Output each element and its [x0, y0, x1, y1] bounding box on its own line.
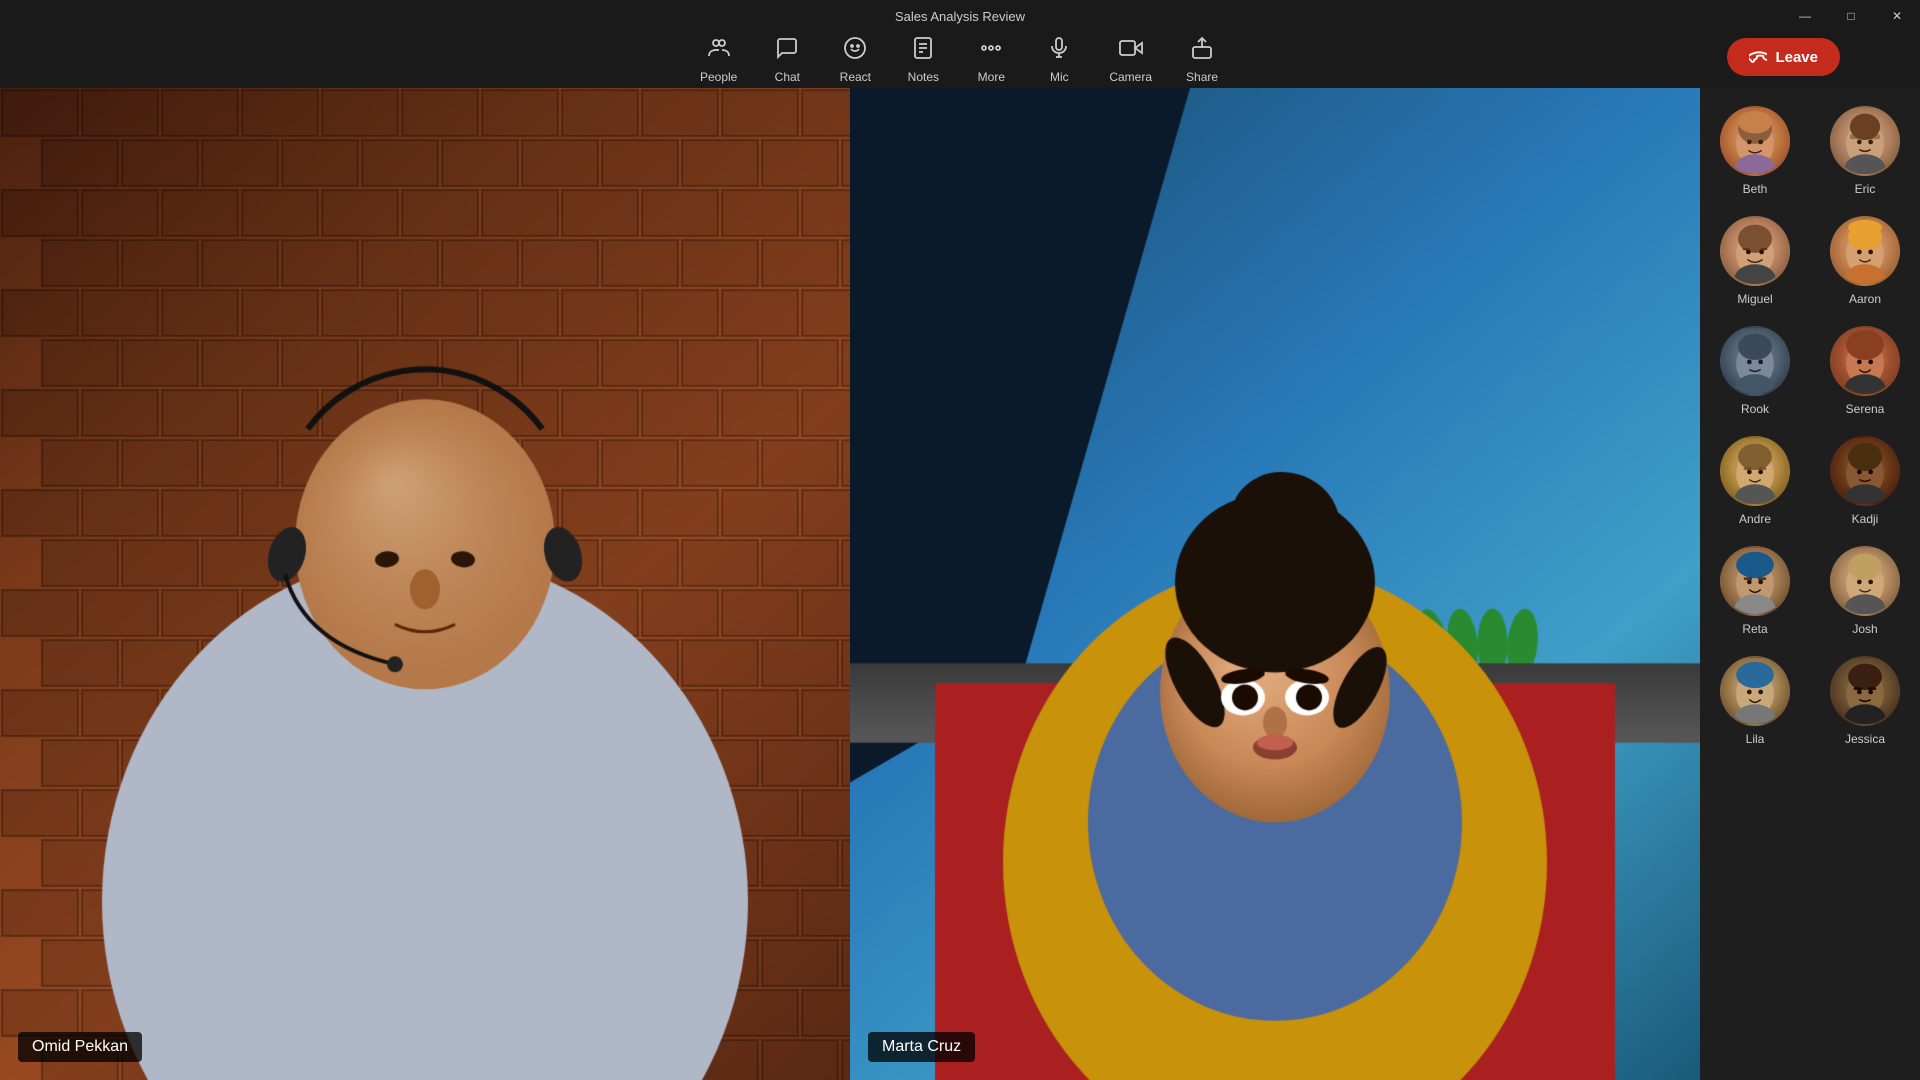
react-label: React: [840, 70, 871, 84]
react-icon: [843, 36, 867, 66]
serena-name: Serena: [1846, 402, 1885, 416]
notes-label: Notes: [908, 70, 939, 84]
avatar-jessica: [1830, 656, 1900, 726]
avatar-serena: [1830, 326, 1900, 396]
camera-icon: [1119, 36, 1143, 66]
mic-icon: [1047, 36, 1071, 66]
participant-aaron[interactable]: Aaron: [1810, 206, 1920, 316]
window-title: Sales Analysis Review: [895, 9, 1025, 24]
marta-video: [850, 88, 1700, 1080]
lila-avatar-svg: [1722, 658, 1788, 724]
toolbar-more[interactable]: More: [961, 32, 1021, 88]
toolbar-notes[interactable]: Notes: [893, 32, 953, 88]
josh-name: Josh: [1852, 622, 1877, 636]
share-label: Share: [1186, 70, 1218, 84]
miguel-avatar-svg: [1722, 218, 1788, 284]
participant-andre[interactable]: Andre: [1700, 426, 1810, 536]
notes-icon: [911, 36, 935, 66]
leave-button[interactable]: Leave: [1727, 38, 1840, 76]
kadji-avatar-svg: [1832, 438, 1898, 504]
participant-josh[interactable]: Josh: [1810, 536, 1920, 646]
avatar-eric: [1830, 106, 1900, 176]
toolbar-people[interactable]: People: [688, 32, 749, 88]
participants-sidebar: Beth Eric: [1700, 88, 1920, 1080]
video-tile-omid[interactable]: Omid Pekkan: [0, 88, 850, 1080]
toolbar-camera[interactable]: Camera: [1097, 32, 1164, 88]
jessica-name: Jessica: [1845, 732, 1885, 746]
avatar-beth: [1720, 106, 1790, 176]
mic-label: Mic: [1050, 70, 1069, 84]
avatar-reta: [1720, 546, 1790, 616]
aaron-name: Aaron: [1849, 292, 1881, 306]
participant-reta[interactable]: Reta: [1700, 536, 1810, 646]
participant-miguel[interactable]: Miguel: [1700, 206, 1810, 316]
avatar-rook: [1720, 326, 1790, 396]
eric-name: Eric: [1855, 182, 1876, 196]
chat-icon: [775, 36, 799, 66]
beth-name: Beth: [1743, 182, 1768, 196]
toolbar-mic[interactable]: Mic: [1029, 32, 1089, 88]
camera-label: Camera: [1109, 70, 1152, 84]
miguel-name: Miguel: [1737, 292, 1772, 306]
titlebar: Sales Analysis Review — □ ✕: [0, 0, 1920, 32]
omid-label: Omid Pekkan: [18, 1032, 142, 1062]
avatar-josh: [1830, 546, 1900, 616]
reta-avatar-svg: [1722, 548, 1788, 614]
lila-name: Lila: [1746, 732, 1765, 746]
serena-avatar-svg: [1832, 328, 1898, 394]
minimize-button[interactable]: —: [1782, 0, 1828, 32]
andre-name: Andre: [1739, 512, 1771, 526]
chat-label: Chat: [775, 70, 800, 84]
avatar-miguel: [1720, 216, 1790, 286]
participant-rook[interactable]: Rook: [1700, 316, 1810, 426]
omid-video: [0, 88, 850, 1080]
participant-jessica[interactable]: Jessica: [1810, 646, 1920, 756]
participant-kadji[interactable]: Kadji: [1810, 426, 1920, 536]
kadji-name: Kadji: [1852, 512, 1879, 526]
rook-name: Rook: [1741, 402, 1769, 416]
toolbar-share[interactable]: Share: [1172, 32, 1232, 88]
people-icon: [707, 36, 731, 66]
share-icon: [1190, 36, 1214, 66]
aaron-avatar-svg: [1832, 218, 1898, 284]
avatar-lila: [1720, 656, 1790, 726]
toolbar-react[interactable]: React: [825, 32, 885, 88]
participant-eric[interactable]: Eric: [1810, 96, 1920, 206]
main-video-area: Omid Pekkan Marta Cruz: [0, 88, 1700, 1080]
josh-avatar-svg: [1832, 548, 1898, 614]
more-icon: [979, 36, 1003, 66]
avatar-aaron: [1830, 216, 1900, 286]
toolbar-chat[interactable]: Chat: [757, 32, 817, 88]
participant-lila[interactable]: Lila: [1700, 646, 1810, 756]
more-label: More: [978, 70, 1005, 84]
participant-beth[interactable]: Beth: [1700, 96, 1810, 206]
reta-name: Reta: [1742, 622, 1767, 636]
video-tile-marta[interactable]: Marta Cruz: [850, 88, 1700, 1080]
eric-avatar-svg: [1832, 108, 1898, 174]
people-label: People: [700, 70, 737, 84]
beth-avatar-svg: [1722, 108, 1788, 174]
maximize-button[interactable]: □: [1828, 0, 1874, 32]
participant-serena[interactable]: Serena: [1810, 316, 1920, 426]
leave-label: Leave: [1775, 49, 1818, 66]
avatar-kadji: [1830, 436, 1900, 506]
avatar-andre: [1720, 436, 1790, 506]
phone-icon: [1749, 48, 1767, 66]
window-controls: — □ ✕: [1782, 0, 1920, 32]
marta-label: Marta Cruz: [868, 1032, 975, 1062]
andre-avatar-svg: [1722, 438, 1788, 504]
jessica-avatar-svg: [1832, 658, 1898, 724]
close-button[interactable]: ✕: [1874, 0, 1920, 32]
rook-avatar-svg: [1722, 328, 1788, 394]
